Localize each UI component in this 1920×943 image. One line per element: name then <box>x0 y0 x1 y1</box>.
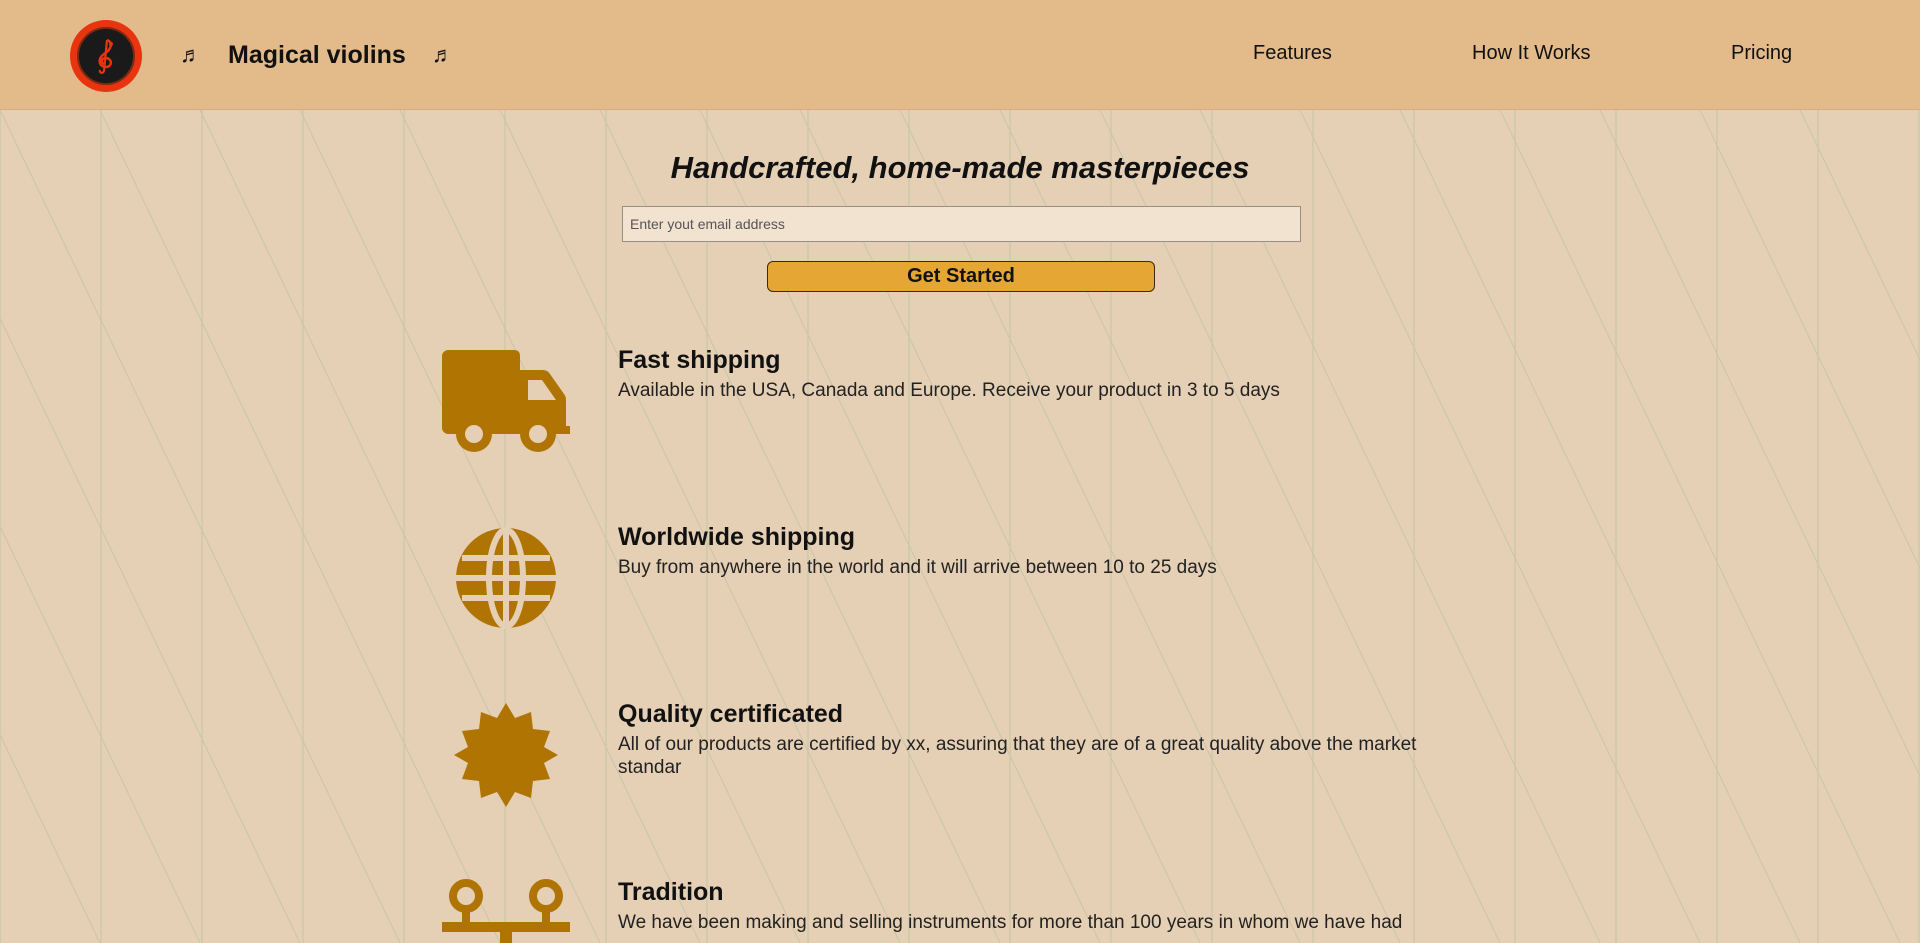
feature-text: Worldwide shipping Buy from anywhere in … <box>618 523 1458 579</box>
email-input[interactable] <box>622 206 1301 242</box>
feature-text: Fast shipping Available in the USA, Cana… <box>618 346 1458 402</box>
feature-title: Tradition <box>618 878 724 906</box>
scale-icon <box>440 878 572 943</box>
nav-link-pricing[interactable]: Pricing <box>1731 42 1792 65</box>
feature-item: Worldwide shipping Buy from anywhere in … <box>440 523 1460 643</box>
certificate-badge-icon <box>440 700 572 810</box>
get-started-button[interactable]: Get Started <box>767 261 1155 292</box>
feature-text: Tradition We have been making and sellin… <box>618 878 1458 934</box>
globe-icon <box>440 523 572 633</box>
feature-text: Quality certificated All of our products… <box>618 700 1458 779</box>
main-nav: Features How It Works Pricing <box>0 42 1920 68</box>
feature-description: We have been making and selling instrume… <box>618 912 1403 933</box>
feature-item: Quality certificated All of our products… <box>440 700 1460 820</box>
nav-link-features[interactable]: Features <box>1253 42 1332 65</box>
nav-link-how-it-works[interactable]: How It Works <box>1472 42 1591 65</box>
hero-title: Handcrafted, home-made masterpieces <box>670 150 1250 185</box>
feature-description: Available in the USA, Canada and Europe.… <box>618 380 1280 401</box>
truck-icon <box>440 346 572 456</box>
feature-item: Tradition We have been making and sellin… <box>440 878 1460 943</box>
feature-description: Buy from anywhere in the world and it wi… <box>618 557 1217 578</box>
site-header: ♬ Magical violins ♬ Features How It Work… <box>0 0 1920 110</box>
feature-item: Fast shipping Available in the USA, Cana… <box>440 346 1460 466</box>
feature-title: Fast shipping <box>618 346 781 374</box>
feature-description: All of our products are certified by xx,… <box>618 734 1417 778</box>
feature-title: Worldwide shipping <box>618 523 856 551</box>
feature-title: Quality certificated <box>618 700 844 728</box>
